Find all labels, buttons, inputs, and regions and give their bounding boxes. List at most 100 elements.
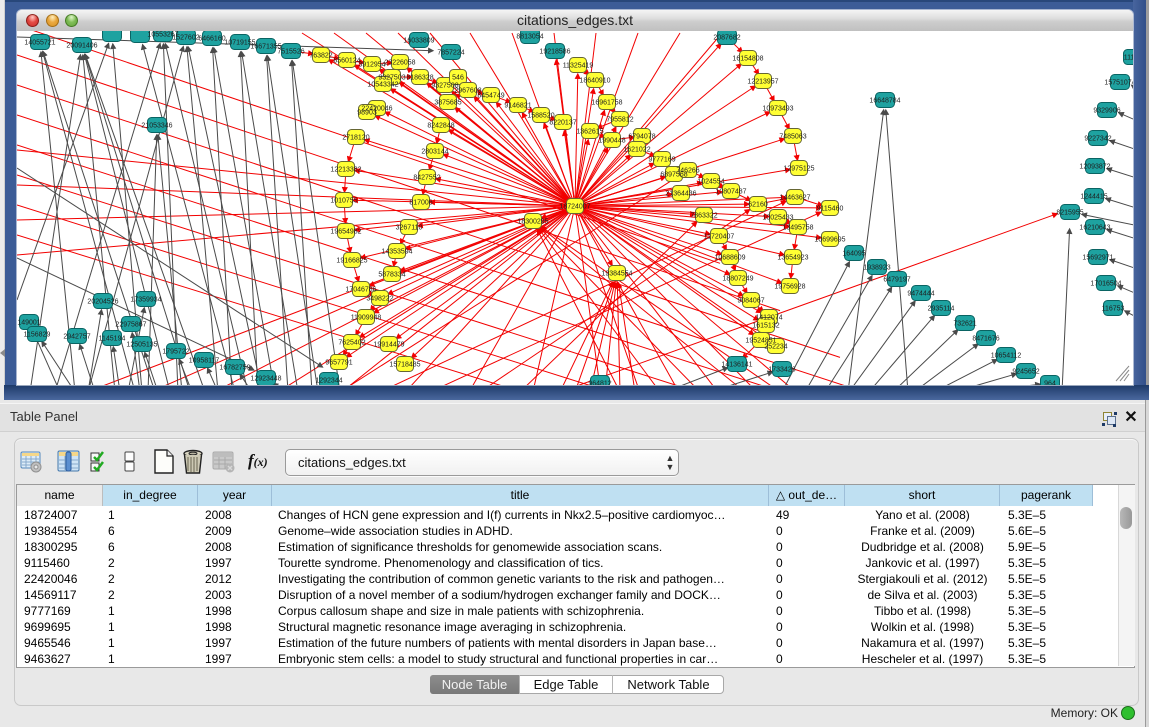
svg-text:7625402: 7625402 xyxy=(338,340,365,347)
svg-text:763822: 763822 xyxy=(309,53,332,60)
svg-text:6466160: 6466160 xyxy=(198,36,225,43)
svg-text:21053346: 21053346 xyxy=(141,123,172,130)
svg-text:2942757: 2942757 xyxy=(63,334,90,341)
svg-text:1733426: 1733426 xyxy=(768,367,795,374)
svg-text:98903: 98903 xyxy=(357,110,377,117)
svg-text:11325419: 11325419 xyxy=(563,63,594,70)
svg-text:1938923: 1938923 xyxy=(863,265,890,272)
svg-text:18807249: 18807249 xyxy=(722,276,753,283)
svg-text:12213957: 12213957 xyxy=(747,79,778,86)
svg-text:116753: 116753 xyxy=(1102,306,1125,313)
svg-text:10699695: 10699695 xyxy=(814,237,845,244)
svg-text:6794078: 6794078 xyxy=(628,134,655,141)
svg-text:2718120: 2718120 xyxy=(342,135,369,142)
svg-text:8454749: 8454749 xyxy=(477,93,504,100)
svg-text:9227342: 9227342 xyxy=(1084,136,1111,143)
svg-text:18640910: 18640910 xyxy=(579,78,610,85)
svg-text:9657791: 9657791 xyxy=(325,360,352,367)
svg-text:7857224: 7857224 xyxy=(437,50,464,57)
svg-text:23226058: 23226058 xyxy=(384,60,415,67)
svg-text:22975867: 22975867 xyxy=(115,322,146,329)
svg-text:1621022: 1621022 xyxy=(623,147,650,154)
svg-text:15751074: 15751074 xyxy=(1104,80,1133,87)
svg-text:1615132: 1615132 xyxy=(752,323,779,330)
svg-text:546: 546 xyxy=(452,75,464,82)
svg-text:9327503: 9327503 xyxy=(378,75,405,82)
svg-text:9777169: 9777169 xyxy=(648,157,675,164)
svg-text:1145194: 1145194 xyxy=(99,336,126,343)
svg-text:5878334: 5878334 xyxy=(378,272,405,279)
svg-text:10025433: 10025433 xyxy=(762,215,793,222)
svg-text:8220137: 8220137 xyxy=(549,120,576,127)
svg-text:10654112: 10654112 xyxy=(991,353,1022,360)
svg-text:62160: 62160 xyxy=(748,202,768,209)
svg-text:1527602: 1527602 xyxy=(172,35,199,42)
svg-text:10958117: 10958117 xyxy=(189,358,220,365)
svg-text:7515526: 7515526 xyxy=(277,49,304,56)
svg-text:252234: 252234 xyxy=(764,344,787,351)
svg-text:19218586: 19218586 xyxy=(539,49,570,56)
svg-text:12975125: 12975125 xyxy=(783,166,814,173)
svg-text:18300295: 18300295 xyxy=(517,219,548,226)
svg-text:9474444: 9474444 xyxy=(907,291,934,298)
svg-text:1024554: 1024554 xyxy=(697,179,724,186)
svg-text:19654982: 19654982 xyxy=(330,229,361,236)
svg-text:10543342: 10543342 xyxy=(367,82,398,89)
svg-text:15718485: 15718485 xyxy=(389,362,420,369)
svg-text:6479197: 6479197 xyxy=(883,277,910,284)
svg-text:14136141: 14136141 xyxy=(721,362,752,369)
svg-text:20204526: 20204526 xyxy=(87,299,118,306)
svg-text:8560124: 8560124 xyxy=(333,58,360,65)
svg-text:1412074: 1412074 xyxy=(755,315,782,322)
svg-text:964: 964 xyxy=(1044,381,1056,386)
svg-text:17359934: 17359934 xyxy=(130,297,161,304)
svg-text:11909948: 11909948 xyxy=(351,315,382,322)
svg-text:16033809: 16033809 xyxy=(403,38,434,45)
svg-text:746266: 746266 xyxy=(676,168,699,175)
svg-text:18724007: 18724007 xyxy=(559,204,590,211)
svg-text:1244415: 1244415 xyxy=(1080,194,1107,201)
svg-text:17016504: 17016504 xyxy=(1090,281,1121,288)
svg-text:164095: 164095 xyxy=(842,251,865,258)
svg-text:10807487: 10807487 xyxy=(715,189,746,196)
svg-text:2935114: 2935114 xyxy=(928,306,955,313)
svg-text:9115460: 9115460 xyxy=(817,206,844,213)
svg-text:11720407: 11720407 xyxy=(704,234,735,241)
svg-text:8186328: 8186328 xyxy=(406,75,433,82)
svg-text:19756928: 19756928 xyxy=(774,284,805,291)
svg-text:3912954: 3912954 xyxy=(358,62,385,69)
svg-text:732621: 732621 xyxy=(953,321,976,328)
svg-text:14353594: 14353594 xyxy=(381,249,412,256)
svg-text:7863322: 7863322 xyxy=(690,213,717,220)
svg-text:20091406: 20091406 xyxy=(66,43,97,50)
svg-text:9146821: 9146821 xyxy=(504,103,531,110)
svg-text:7485063: 7485063 xyxy=(779,134,806,141)
svg-text:817006: 817006 xyxy=(409,200,432,207)
svg-text:1795722: 1795722 xyxy=(162,349,189,356)
svg-text:14463627: 14463627 xyxy=(779,195,810,202)
svg-text:11126: 11126 xyxy=(1124,55,1133,62)
svg-text:8215955: 8215955 xyxy=(1056,210,1083,217)
svg-text:8427552: 8427552 xyxy=(413,175,440,182)
svg-text:2087682: 2087682 xyxy=(713,35,740,42)
svg-text:12923448: 12923448 xyxy=(250,376,281,383)
svg-text:1588520: 1588520 xyxy=(527,113,554,120)
svg-text:8471676: 8471676 xyxy=(972,336,999,343)
svg-text:1362615: 1362615 xyxy=(576,129,603,136)
svg-text:19914479: 19914479 xyxy=(373,342,404,349)
svg-text:15692971: 15692971 xyxy=(1082,255,1113,262)
svg-text:21364436: 21364436 xyxy=(665,191,696,198)
svg-text:1010755: 1010755 xyxy=(330,198,357,205)
svg-text:12213382: 12213382 xyxy=(330,167,361,174)
svg-text:17046786: 17046786 xyxy=(345,287,376,294)
svg-text:19166825: 19166825 xyxy=(336,258,367,265)
svg-text:16154808: 16154808 xyxy=(732,56,763,63)
svg-text:12505135: 12505135 xyxy=(126,342,157,349)
svg-text:13495758: 13495758 xyxy=(782,225,813,232)
svg-text:8813054: 8813054 xyxy=(516,34,543,41)
svg-text:10973493: 10973493 xyxy=(762,106,793,113)
svg-text:9084067: 9084067 xyxy=(737,298,764,305)
svg-text:3267110: 3267110 xyxy=(396,225,423,232)
svg-text:9329906: 9329906 xyxy=(1093,108,1120,115)
svg-text:3498222: 3498222 xyxy=(366,296,393,303)
